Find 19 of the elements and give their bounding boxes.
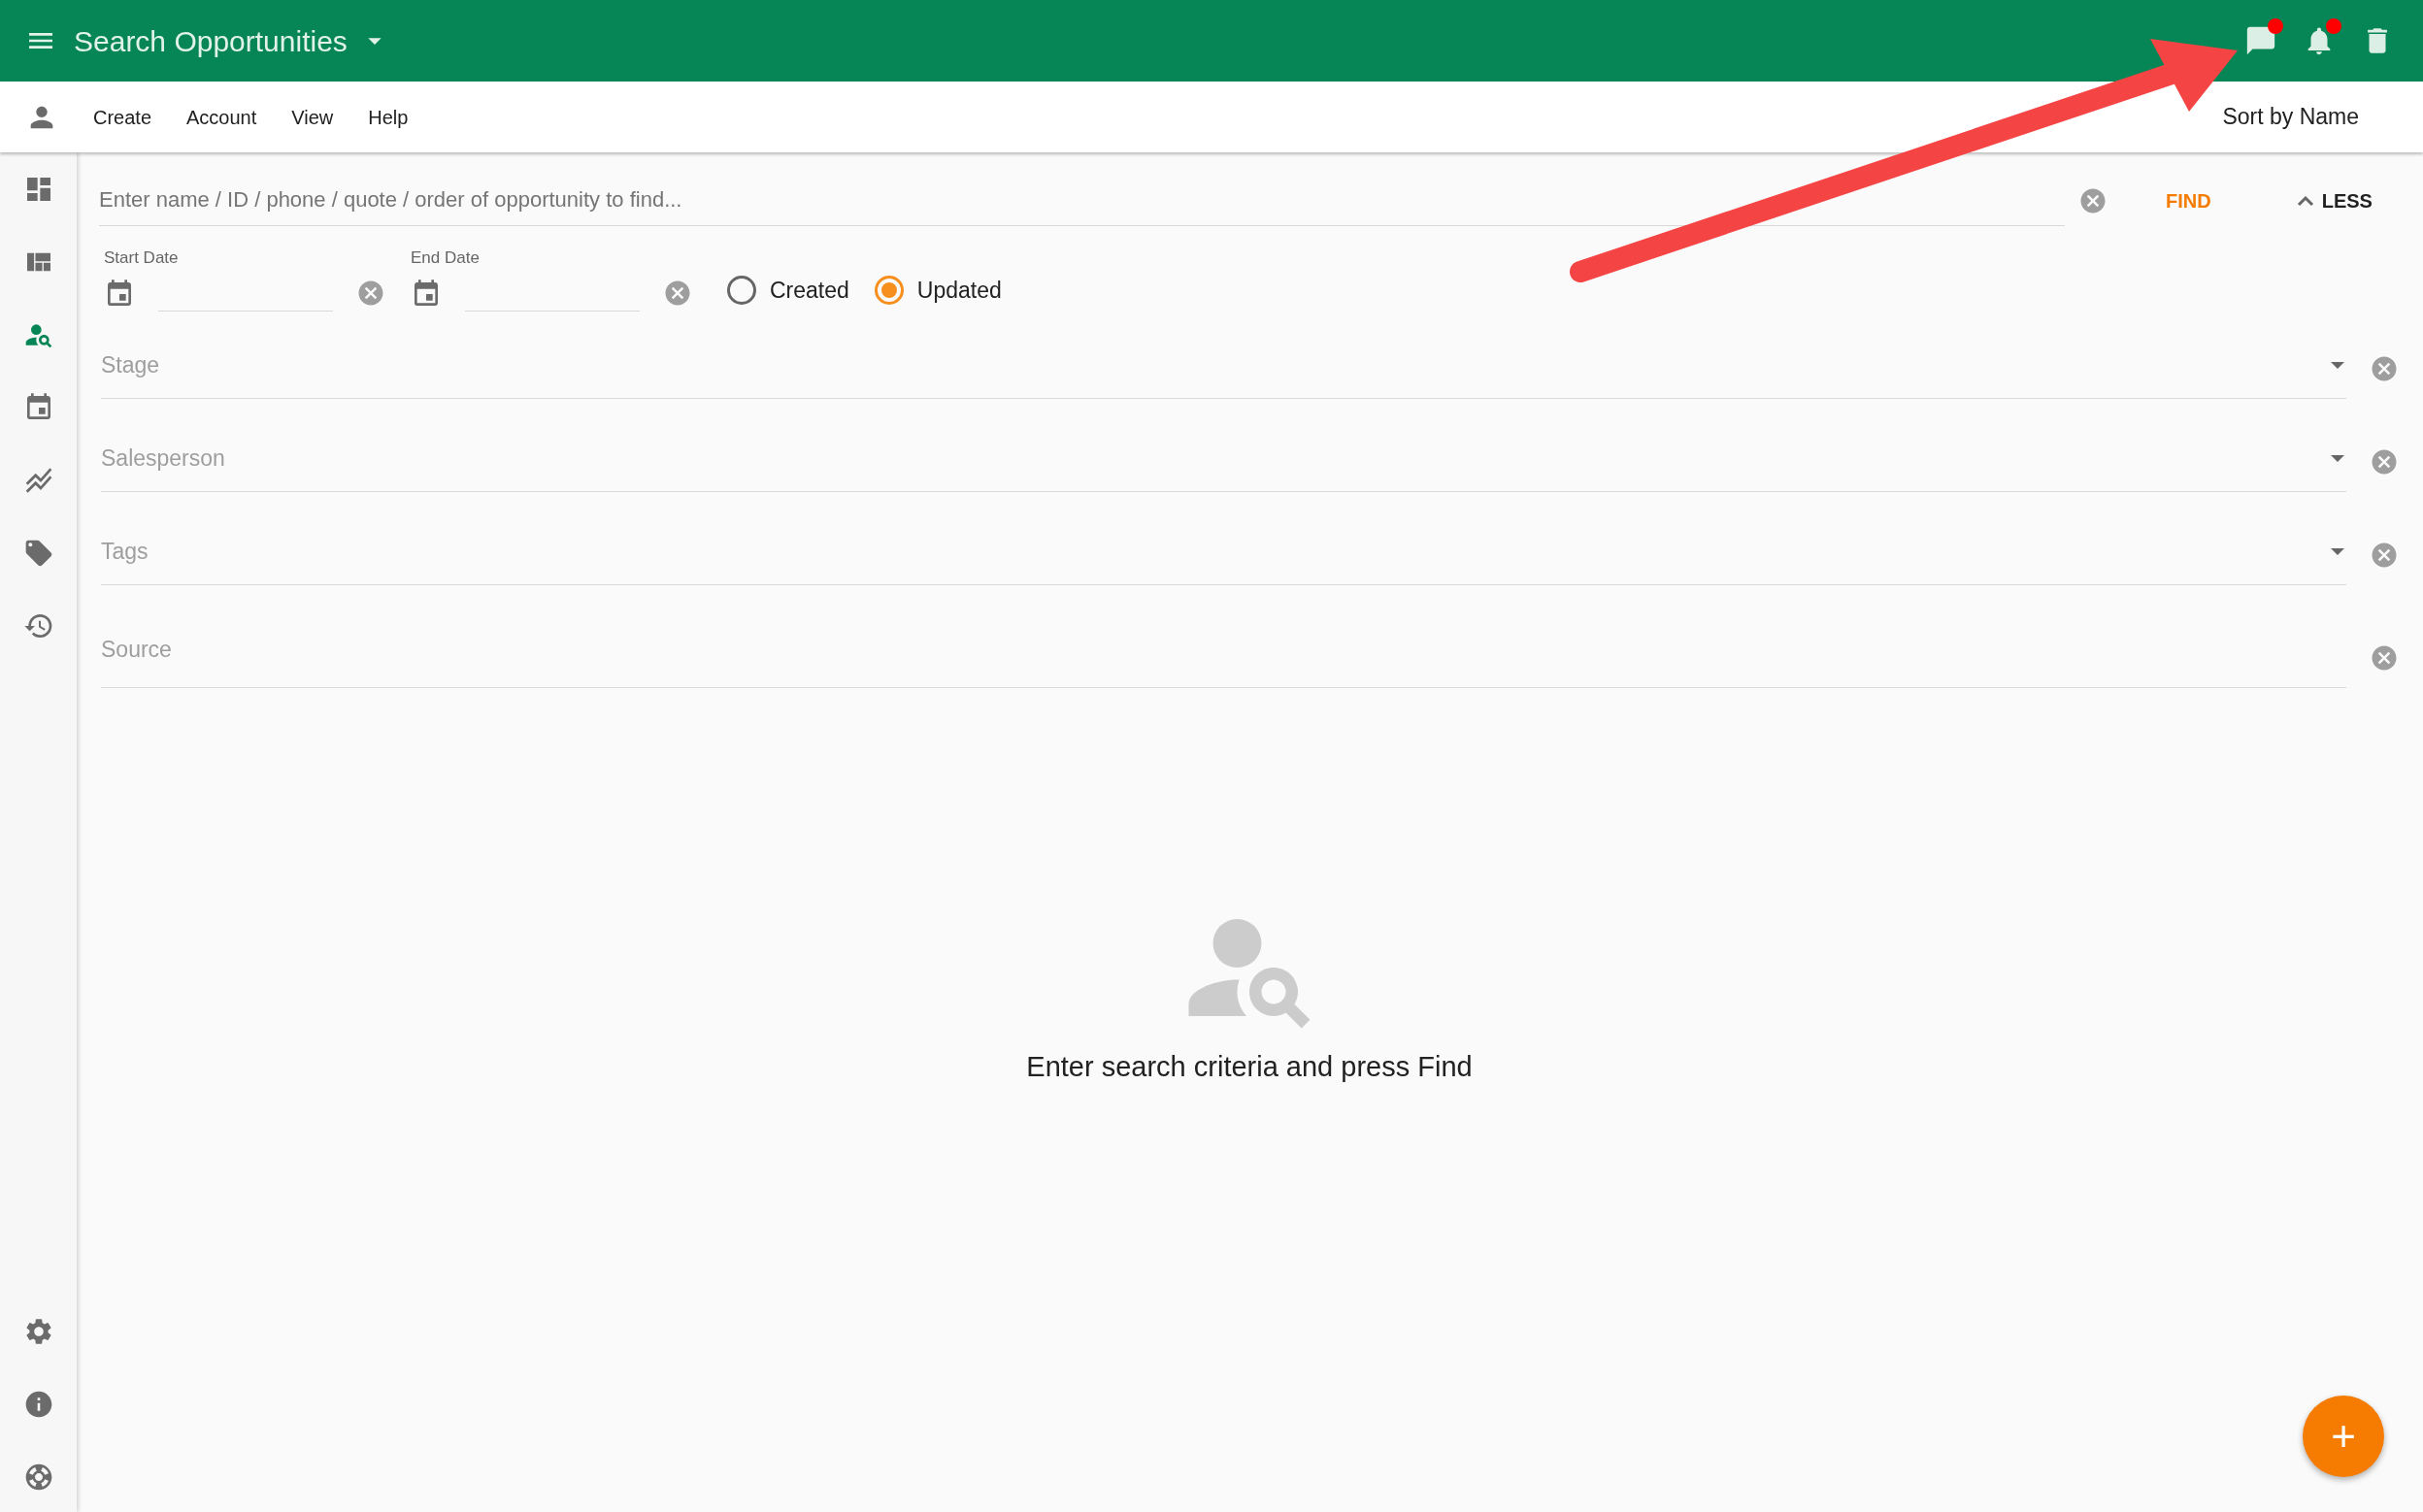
menu-item[interactable]: Help [350,102,426,132]
radio-option[interactable]: Created [727,274,849,308]
clear-icon[interactable] [2078,186,2108,215]
radio-option[interactable]: Updated [874,274,1002,308]
less-button[interactable]: LESS [2290,181,2378,221]
filter-field[interactable]: Stage [101,347,2331,382]
search-field[interactable]: Enter name / ID / phone / quote / order of opportunity to find... [99,176,2065,226]
menu-item[interactable]: Account [169,102,275,132]
menu-item[interactable]: View [274,102,351,132]
chevron-up-icon [2296,195,2314,207]
filter-field[interactable]: Salesperson [101,441,2331,476]
date-label: End Date [411,247,481,269]
menu-item[interactable]: Create [76,102,170,132]
sort-button[interactable]: Sort by Name [2222,100,2359,134]
empty-message: Enter search criteria and press Find [1026,1049,1473,1084]
date-label: Start Date [104,247,180,269]
filter-field[interactable]: Tags [101,534,2331,569]
filter-field[interactable]: Source [101,632,2346,667]
page-title: Search Opportunities [74,23,348,59]
